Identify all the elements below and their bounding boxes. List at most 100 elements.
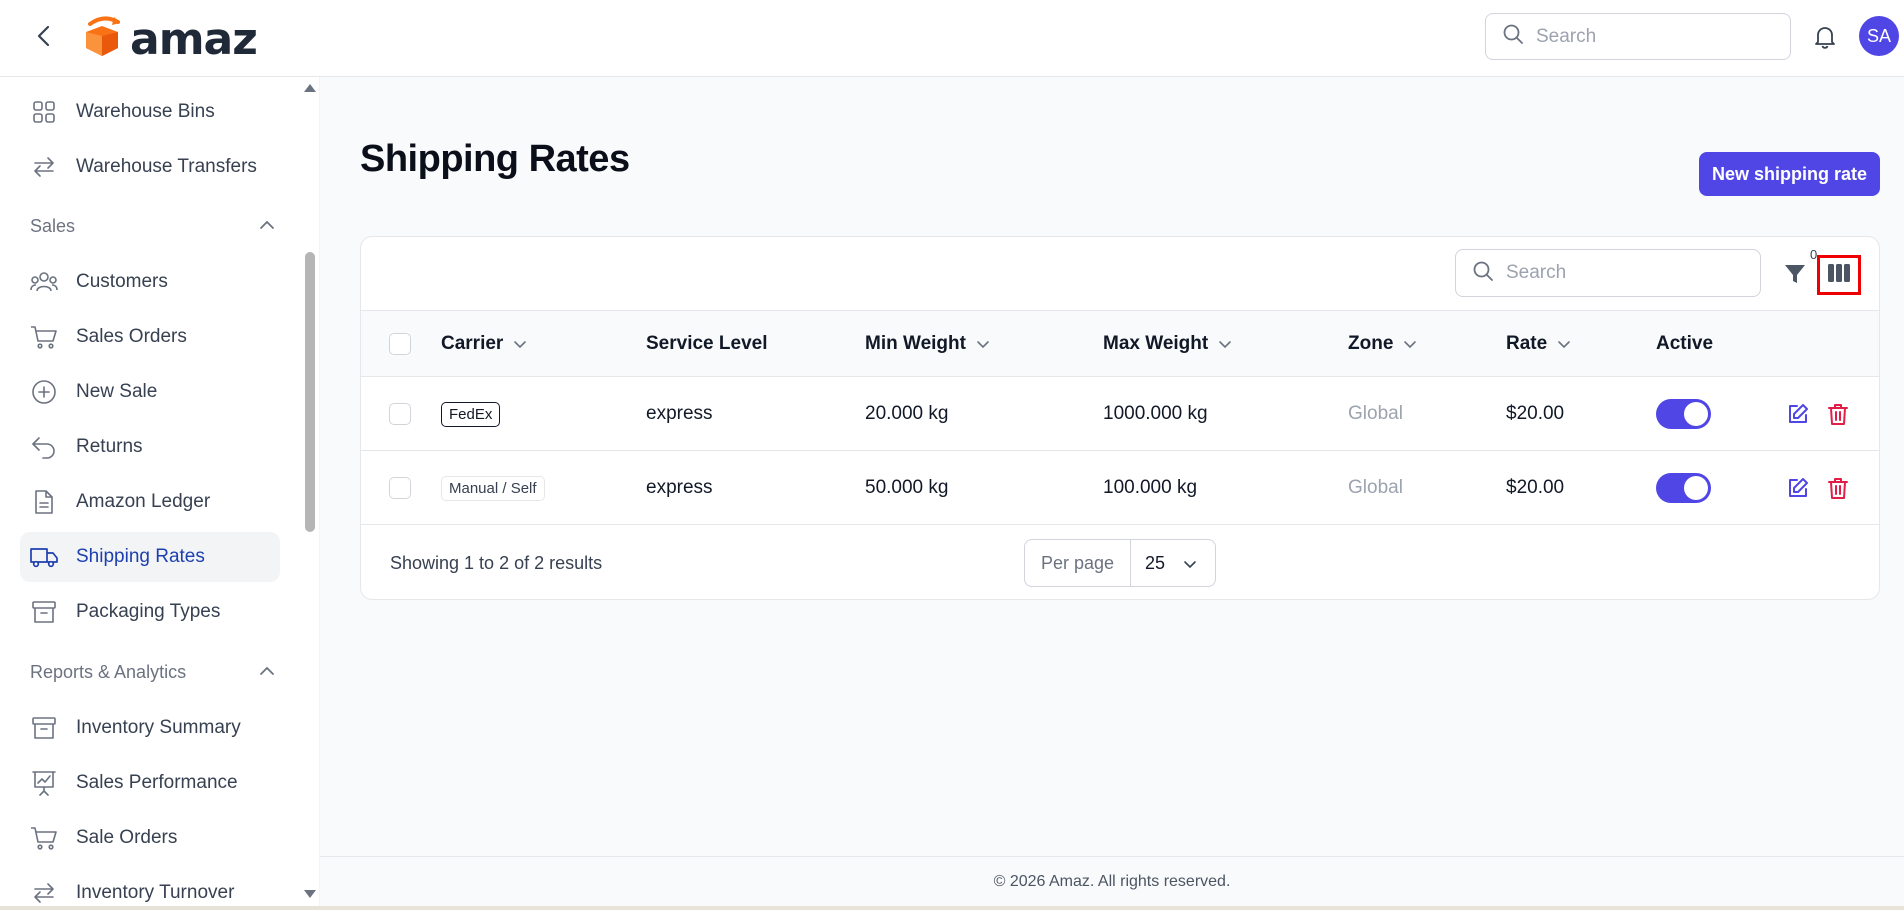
rate-cell: $20.00: [1506, 403, 1565, 424]
column-header-service-level: Service Level: [646, 311, 767, 377]
column-header-rate[interactable]: Rate: [1506, 311, 1571, 377]
max-weight-cell: 100.000 kg: [1103, 477, 1198, 498]
sidebar-item-packaging-types[interactable]: Packaging Types: [20, 587, 280, 637]
table-search-input[interactable]: [1506, 262, 1736, 284]
column-header-zone[interactable]: Zone: [1348, 311, 1417, 377]
global-search[interactable]: [1485, 13, 1791, 60]
back-icon[interactable]: [30, 22, 58, 50]
table-header: Carrier Service Level Min Weight Max Wei…: [361, 311, 1879, 377]
sidebar-item-shipping-rates[interactable]: Shipping Rates: [20, 532, 280, 582]
results-summary: Showing 1 to 2 of 2 results: [390, 553, 603, 573]
chevron-down-icon: [1403, 333, 1417, 355]
search-icon: [1502, 23, 1524, 50]
select-all-checkbox[interactable]: [389, 333, 411, 355]
toggle-knob: [1684, 476, 1708, 500]
grid-icon: [30, 98, 58, 126]
sidebar-item-warehouse-bins[interactable]: Warehouse Bins: [20, 87, 280, 137]
sidebar-group-label: Reports & Analytics: [30, 661, 187, 682]
sidebar-group-sales[interactable]: Sales: [30, 211, 275, 241]
sidebar-item-new-sale[interactable]: New Sale: [20, 367, 280, 417]
view-columns-icon: [1827, 263, 1851, 288]
sidebar-item-label: Shipping Rates: [76, 546, 205, 567]
scroll-up-arrow-icon[interactable]: [302, 81, 318, 95]
column-header-label: Max Weight: [1103, 333, 1209, 354]
sidebar-item-amazon-ledger[interactable]: Amazon Ledger: [20, 477, 280, 527]
sidebar-item-customers[interactable]: Customers: [20, 257, 280, 307]
sidebar-item-label: Returns: [76, 436, 143, 457]
table-search[interactable]: [1455, 249, 1761, 297]
sidebar-item-sales-performance[interactable]: Sales Performance: [20, 758, 280, 808]
sidebar-item-sale-orders[interactable]: Sale Orders: [20, 813, 280, 863]
presentation-chart-icon: [30, 769, 58, 797]
chevron-up-icon: [259, 663, 275, 681]
min-weight-cell: 20.000 kg: [865, 403, 949, 424]
per-page-select[interactable]: Per page 25: [1024, 539, 1216, 587]
sidebar-item-label: Inventory Turnover: [76, 882, 235, 903]
sidebar-item-returns[interactable]: Returns: [20, 422, 280, 472]
top-bar: amaz SA: [0, 0, 1904, 77]
columns-toggle-button[interactable]: [1817, 255, 1861, 295]
active-toggle[interactable]: [1656, 473, 1711, 503]
table-toolbar: 0: [361, 237, 1879, 311]
cart-icon: [30, 824, 58, 852]
edit-icon[interactable]: [1785, 401, 1811, 427]
new-shipping-rate-button[interactable]: New shipping rate: [1699, 152, 1880, 196]
sidebar-group-reports[interactable]: Reports & Analytics: [30, 657, 275, 687]
users-icon: [30, 268, 58, 296]
max-weight-cell: 1000.000 kg: [1103, 403, 1208, 424]
logo[interactable]: amaz: [78, 14, 258, 65]
sidebar-item-label: Packaging Types: [76, 601, 221, 622]
sidebar-item-label: New Sale: [76, 381, 158, 402]
column-header-min-weight[interactable]: Min Weight: [865, 311, 990, 377]
chevron-down-icon: [1218, 333, 1232, 355]
per-page-value: 25: [1145, 552, 1166, 573]
logo-box-icon: [78, 14, 124, 65]
active-toggle[interactable]: [1656, 399, 1711, 429]
column-header-carrier[interactable]: Carrier: [441, 311, 527, 377]
column-header-max-weight[interactable]: Max Weight: [1103, 311, 1232, 377]
return-arrow-icon: [30, 433, 58, 461]
row-checkbox[interactable]: [389, 403, 411, 425]
column-header-label: Rate: [1506, 333, 1548, 354]
zone-cell: Global: [1348, 403, 1403, 424]
sidebar-item-label: Warehouse Transfers: [76, 156, 257, 177]
column-header-label: Min Weight: [865, 333, 966, 354]
arrows-left-right-icon: [30, 879, 58, 907]
column-header-label: Carrier: [441, 333, 504, 354]
chevron-up-icon: [259, 217, 275, 235]
sidebar-item-label: Amazon Ledger: [76, 491, 211, 512]
sidebar-item-inventory-turnover[interactable]: Inventory Turnover: [20, 868, 280, 910]
service-level-cell: express: [646, 403, 713, 424]
chevron-down-icon: [1557, 333, 1571, 355]
chevron-down-icon: [513, 333, 527, 355]
table-row: FedEx express 20.000 kg 1000.000 kg Glob…: [361, 377, 1879, 451]
search-icon: [1472, 260, 1494, 287]
bell-icon[interactable]: [1810, 22, 1840, 52]
document-icon: [30, 488, 58, 516]
column-header-active: Active: [1656, 311, 1713, 377]
column-header-label: Service Level: [646, 333, 768, 354]
zone-cell: Global: [1348, 477, 1403, 498]
avatar[interactable]: SA: [1859, 16, 1899, 56]
global-search-input[interactable]: [1536, 25, 1766, 48]
carrier-cell: FedEx: [441, 377, 501, 451]
plus-circle-icon: [30, 378, 58, 406]
avatar-initials: SA: [1866, 25, 1891, 46]
sidebar-group-label: Sales: [30, 215, 76, 236]
filter-icon[interactable]: [1780, 259, 1810, 289]
trash-icon[interactable]: [1825, 401, 1851, 427]
sidebar-item-inventory-summary[interactable]: Inventory Summary: [20, 703, 280, 753]
scroll-down-arrow-icon[interactable]: [302, 887, 318, 901]
sidebar-item-sales-orders[interactable]: Sales Orders: [20, 312, 280, 362]
sidebar-item-label: Sale Orders: [76, 827, 178, 848]
sidebar-scrollbar-thumb[interactable]: [305, 252, 315, 532]
per-page-dropdown[interactable]: 25: [1131, 553, 1215, 574]
shipping-rates-table-card: 0 Carrier Service Level Min Weight Max W…: [360, 236, 1880, 600]
sidebar-item-label: Sales Orders: [76, 326, 187, 347]
row-checkbox[interactable]: [389, 477, 411, 499]
window-bottom-edge: [0, 906, 1904, 910]
edit-icon[interactable]: [1785, 475, 1811, 501]
trash-icon[interactable]: [1825, 475, 1851, 501]
sidebar-item-warehouse-transfers[interactable]: Warehouse Transfers: [20, 142, 280, 192]
column-header-label: Active: [1656, 333, 1714, 354]
